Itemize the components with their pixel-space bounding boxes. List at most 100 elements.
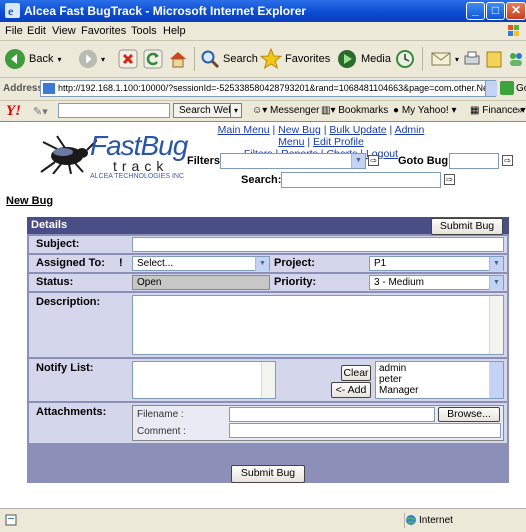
comment-input[interactable] [229,423,501,438]
bug-icon [40,135,97,174]
favorites-button[interactable]: Favorites [260,47,330,71]
favorites-label: Favorites [285,53,331,65]
ie-logo-icon: e [5,3,20,18]
go-arrow-icon [500,81,514,95]
subject-input[interactable] [132,237,504,252]
submit-bug-bottom-button[interactable]: Submit Bug [231,465,305,483]
maximize-button[interactable]: □ [486,2,505,20]
nav-edit-profile[interactable]: Edit Profile [313,136,364,148]
internet-zone: Internet [404,513,453,528]
logo-track: track [113,158,169,174]
textarea-scrollbar[interactable] [489,296,503,354]
clear-button[interactable]: Clear [341,365,371,381]
search-button[interactable]: Search [200,47,258,71]
yahoo-logo-icon[interactable]: Y! [6,103,21,120]
add-button[interactable]: <- Add [331,382,371,398]
notify-list[interactable] [132,361,276,399]
required-marker: ! [119,257,123,269]
media-icon [338,50,356,68]
pencil-icon[interactable]: ✎▾ [33,105,48,118]
nav-main-menu[interactable]: Main Menu [218,124,270,136]
notify-option[interactable]: Manager [379,385,500,396]
page-icon [43,83,55,95]
filters-label: Filters: [187,155,224,167]
assigned-select[interactable]: Select... ▼ [132,256,270,271]
fastbug-logo: FastBug track ALCEA TECHNOLOGIES INC [35,130,205,190]
stop-icon [118,49,138,69]
standard-toolbar: Back ▾ ▾ Search Favorites Media ▾ [0,41,526,78]
toolbar-separator [194,47,195,71]
media-button[interactable]: Media [336,47,391,71]
browse-button[interactable]: Browse... [438,407,500,422]
messenger-button[interactable] [507,47,526,71]
submit-bug-top-button[interactable]: Submit Bug [431,218,503,235]
assigned-value: Select... [137,258,174,269]
print-button[interactable] [462,47,485,71]
goto-apply-icon[interactable]: ⇨ [502,155,513,166]
go-label: Go [516,82,526,94]
project-value: P1 [374,258,387,269]
close-button[interactable]: ✕ [506,2,526,20]
assigned-row: Assigned To: ! Select... ▼ Project: P1 ▼ [29,255,507,272]
forward-button[interactable]: ▾ [78,47,105,71]
project-select[interactable]: P1 ▼ [369,256,504,271]
filter-apply-icon[interactable]: ⇨ [368,155,379,166]
chevron-down-icon: ▼ [489,257,503,271]
refresh-icon [143,49,163,69]
mail-button[interactable]: ▾ [430,47,459,71]
search-apply-icon[interactable]: ⇨ [444,174,455,185]
notify-options-scrollbar[interactable] [489,362,503,398]
messenger-link[interactable]: ☺▾ Messenger [252,105,319,116]
menu-tools[interactable]: Tools [131,25,157,37]
description-row: Description: [29,293,507,357]
description-label: Description: [36,296,101,308]
minimize-button[interactable]: _ [466,2,485,20]
page-content: FastBug track ALCEA TECHNOLOGIES INC Mai… [0,122,526,508]
bug-search-input[interactable] [281,172,441,188]
messenger-people-icon [510,53,522,66]
notify-option[interactable]: admin [379,363,500,374]
status-label: Status: [36,276,74,288]
my-yahoo-link[interactable]: ● My Yahoo! ▾ [393,105,457,116]
search-web-dropdown[interactable]: ▾ [230,103,242,118]
filters-select[interactable]: ▼ [220,153,366,169]
nav-bulk-update[interactable]: Bulk Update [329,124,386,136]
go-button[interactable]: Go [500,81,526,95]
title-bar: e Alcea Fast BugTrack - Microsoft Intern… [0,0,526,22]
project-label: Project: [274,257,315,269]
goto-bug-input[interactable] [449,153,499,169]
subject-label: Subject: [36,238,80,250]
description-textarea[interactable] [132,295,504,355]
my-yahoo-label: My Yahoo! [401,105,449,116]
stop-button[interactable] [118,47,141,71]
address-input[interactable]: http://192.168.1.100:10000/?sessionId=-5… [40,80,496,97]
finance-label: Finance [482,105,518,116]
notify-option[interactable]: peter [379,374,500,385]
notepad-icon [486,51,502,68]
toolbar-overflow[interactable]: » [517,105,523,116]
menu-help[interactable]: Help [163,25,186,37]
menu-file[interactable]: File [5,25,23,37]
menu-view[interactable]: View [52,25,76,37]
search-label: Search [223,53,258,65]
notify-options-list[interactable]: admin peter Manager [375,361,504,399]
history-button[interactable] [395,47,418,71]
mail-icon [431,52,451,66]
edit-button[interactable] [485,47,506,71]
nav-new-bug[interactable]: New Bug [278,124,321,136]
yahoo-search-input[interactable] [58,103,170,118]
notify-list-scrollbar[interactable] [261,362,275,398]
priority-select[interactable]: 3 - Medium ▼ [369,275,504,290]
assigned-label: Assigned To: [36,257,105,269]
back-button[interactable]: Back ▾ [4,47,61,71]
status-row: Status: Open Priority: 3 - Medium ▼ [29,274,507,291]
favorites-star-icon [260,48,282,70]
home-button[interactable] [168,47,191,71]
bookmarks-link[interactable]: ▥▾ Bookmarks [321,105,388,116]
menu-favorites[interactable]: Favorites [81,25,126,37]
refresh-button[interactable] [143,47,166,71]
menu-edit[interactable]: Edit [27,25,46,37]
filename-input[interactable] [229,407,435,422]
address-dropdown[interactable] [485,81,497,96]
chevron-down-icon: ▼ [489,276,503,290]
